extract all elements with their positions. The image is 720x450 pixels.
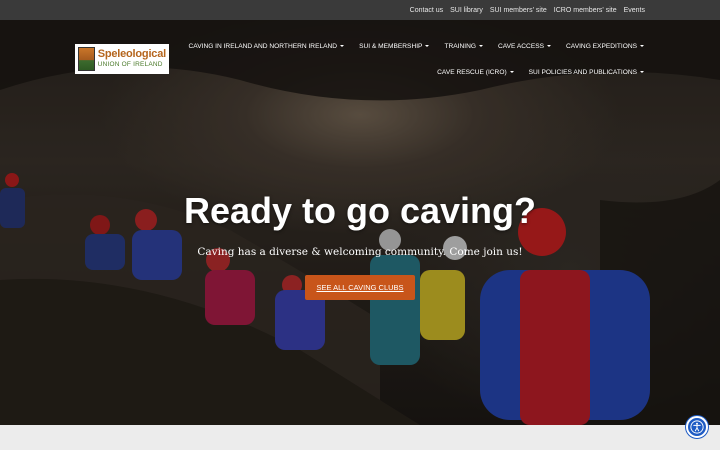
caret-down-icon <box>478 45 483 47</box>
site-logo[interactable]: Speleological UNION OF IRELAND <box>75 44 169 74</box>
nav-item-label: SUI & MEMBERSHIP <box>359 42 423 50</box>
caret-down-icon <box>640 71 644 73</box>
nav-item-label: CAVING IN IRELAND AND NORTHERN IRELAND <box>188 42 338 50</box>
caret-down-icon <box>340 45 345 47</box>
accessibility-button[interactable] <box>686 416 708 438</box>
nav-row-2: CAVE RESCUE (ICRO) SUI POLICIES AND PUBL… <box>230 62 644 82</box>
logo-emblem-icon <box>78 47 95 71</box>
nav-item-label: CAVING EXPEDITIONS <box>566 42 637 50</box>
caret-down-icon <box>640 45 644 47</box>
nav-item-label: TRAINING <box>444 42 476 50</box>
nav-item-caving-in-ireland[interactable]: CAVING IN IRELAND AND NORTHERN IRELAND <box>189 43 345 50</box>
topbar-link-events[interactable]: Events <box>624 7 645 14</box>
logo-wordmark: Speleological UNION OF IRELAND <box>97 48 167 69</box>
nav-item-sui-membership[interactable]: SUI & MEMBERSHIP <box>359 42 430 50</box>
see-all-caving-clubs-button[interactable]: SEE ALL CAVING CLUBS <box>305 275 415 300</box>
next-section-strip <box>0 425 720 450</box>
nav-item-sui-policies[interactable]: SUI POLICIES AND PUBLICATIONS <box>529 69 644 76</box>
nav-item-label: SUI POLICIES AND PUBLICATIONS <box>528 68 637 76</box>
topbar-link-sui-members[interactable]: SUI members' site <box>490 7 547 14</box>
logo-line-1: Speleological <box>97 48 167 61</box>
nav-row-1: CAVING IN IRELAND AND NORTHERN IRELAND S… <box>189 36 644 56</box>
accessibility-icon <box>690 420 704 434</box>
hero-subline: Caving has a diverse & welcoming communi… <box>197 246 523 258</box>
logo-line-2: UNION OF IRELAND <box>97 61 163 69</box>
nav-item-cave-rescue[interactable]: CAVE RESCUE (ICRO) <box>437 69 514 76</box>
nav-item-cave-access[interactable]: CAVE ACCESS <box>497 42 552 50</box>
nav-item-training[interactable]: TRAINING <box>444 43 483 50</box>
nav-item-label: CAVE ACCESS <box>497 42 545 50</box>
nav-item-caving-expeditions[interactable]: CAVING EXPEDITIONS <box>566 43 644 50</box>
caret-down-icon <box>509 71 514 73</box>
topbar-link-contact[interactable]: Contact us <box>410 7 443 14</box>
caret-down-icon <box>425 45 430 47</box>
topbar-link-icro-members[interactable]: ICRO members' site <box>554 7 617 14</box>
main-navigation: CAVING IN IRELAND AND NORTHERN IRELAND S… <box>189 36 644 82</box>
topbar-link-library[interactable]: SUI library <box>450 7 483 14</box>
caret-down-icon <box>547 45 552 47</box>
hero-headline: Ready to go caving? <box>183 190 537 231</box>
top-utility-bar: Contact us SUI library SUI members' site… <box>0 0 720 20</box>
nav-item-label: CAVE RESCUE (ICRO) <box>437 68 507 76</box>
